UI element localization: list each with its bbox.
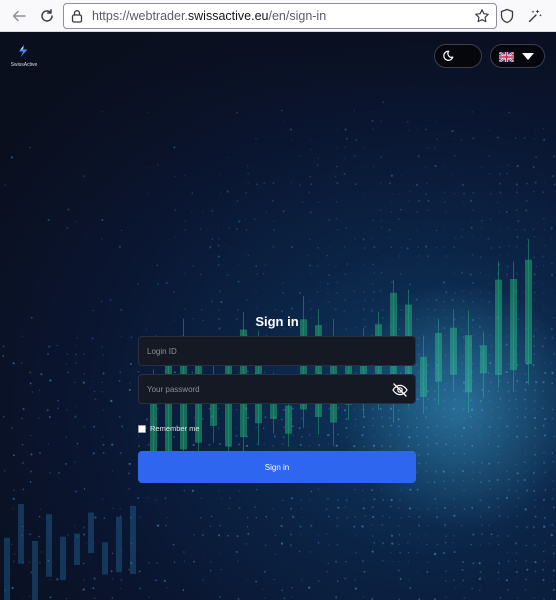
moon-icon	[440, 48, 456, 64]
brand-name: SwissActive	[10, 62, 38, 68]
back-arrow-icon[interactable]	[8, 5, 30, 27]
caret-down-icon	[522, 53, 534, 60]
sign-in-title: Sign in	[255, 314, 299, 329]
url-prefix: https://webtrader.	[92, 9, 188, 23]
extension-icon[interactable]	[525, 6, 545, 26]
address-bar[interactable]: https://webtrader.swissactive.eu/en/sign…	[63, 3, 497, 29]
sign-in-button[interactable]: Sign in	[138, 451, 416, 483]
browser-toolbar: https://webtrader.swissactive.eu/en/sign…	[0, 0, 556, 32]
remember-me-label: Remember me	[150, 424, 200, 433]
url-domain: swissactive.eu	[187, 9, 269, 23]
reload-icon[interactable]	[36, 5, 58, 27]
url-path: /en/sign-in	[268, 9, 327, 23]
remember-me[interactable]: Remember me	[138, 423, 200, 434]
shield-icon[interactable]	[497, 6, 517, 26]
brand-logo[interactable]: SwissActive	[9, 43, 39, 71]
eye-off-icon[interactable]	[391, 381, 409, 399]
password-input[interactable]	[139, 375, 415, 403]
lock-icon[interactable]	[71, 9, 83, 28]
swissactive-logo-icon	[19, 44, 28, 57]
url-text: https://webtrader.swissactive.eu/en/sign…	[92, 9, 326, 23]
language-selector[interactable]	[490, 44, 545, 68]
sign-in-page: SwissActive Sign in Remember me Sign in	[0, 33, 556, 600]
uk-flag-icon	[499, 52, 514, 62]
password-field[interactable]	[138, 374, 416, 404]
login-id-field[interactable]	[138, 336, 416, 366]
login-id-input[interactable]	[139, 337, 415, 365]
bookmark-star-icon[interactable]	[474, 8, 490, 29]
theme-toggle[interactable]	[434, 44, 482, 68]
remember-me-checkbox[interactable]	[138, 424, 146, 433]
